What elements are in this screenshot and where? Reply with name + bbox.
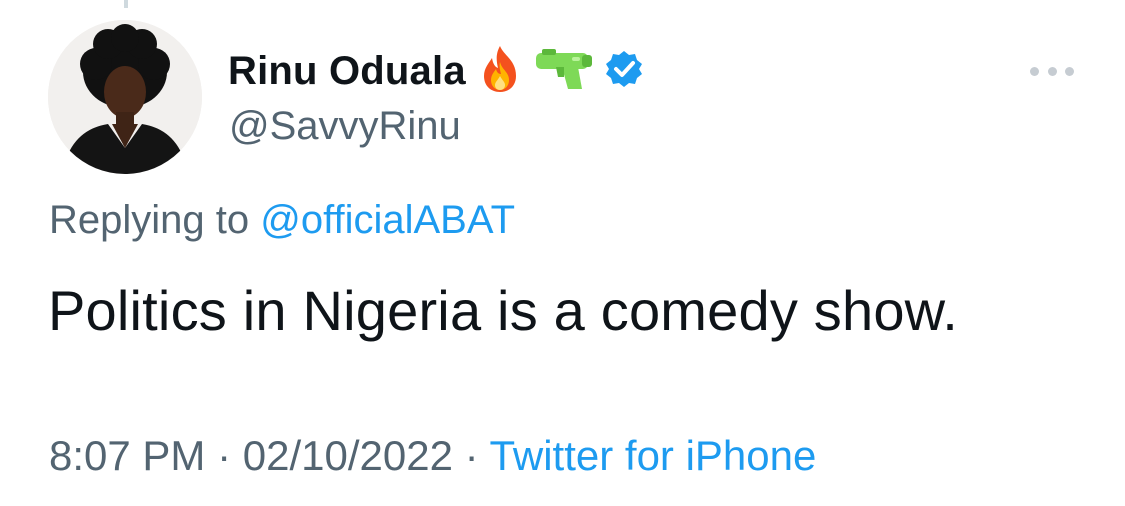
replying-to: Replying to @officialABAT [49,198,515,243]
water-pistol-emoji [534,47,594,96]
more-dot [1065,66,1074,76]
meta-separator: · [452,432,490,479]
avatar[interactable] [48,20,202,174]
author-display-name[interactable]: Rinu Oduala [228,49,466,94]
replying-to-label: Replying to [49,198,261,242]
avatar-image [48,20,202,174]
tweet-text: Politics in Nigeria is a comedy show. [48,279,958,342]
author-handle[interactable]: @SavvyRinu [229,104,461,149]
more-dot [1030,66,1039,76]
verified-badge-icon [604,49,644,94]
fire-emoji [476,44,524,99]
tweet-metadata: 8:07 PM · 02/10/2022 · Twitter for iPhon… [49,432,816,480]
thread-connector-line [124,0,128,8]
author-name-row: Rinu Oduala [228,44,644,99]
tweet-source-link[interactable]: Twitter for iPhone [490,432,817,479]
tweet-date[interactable]: 02/10/2022 [243,432,453,479]
more-options-icon[interactable] [1030,62,1074,80]
more-dot [1047,66,1057,76]
meta-separator: · [205,432,243,479]
reply-to-mention-link[interactable]: @officialABAT [260,198,515,242]
tweet-time[interactable]: 8:07 PM [49,432,205,479]
